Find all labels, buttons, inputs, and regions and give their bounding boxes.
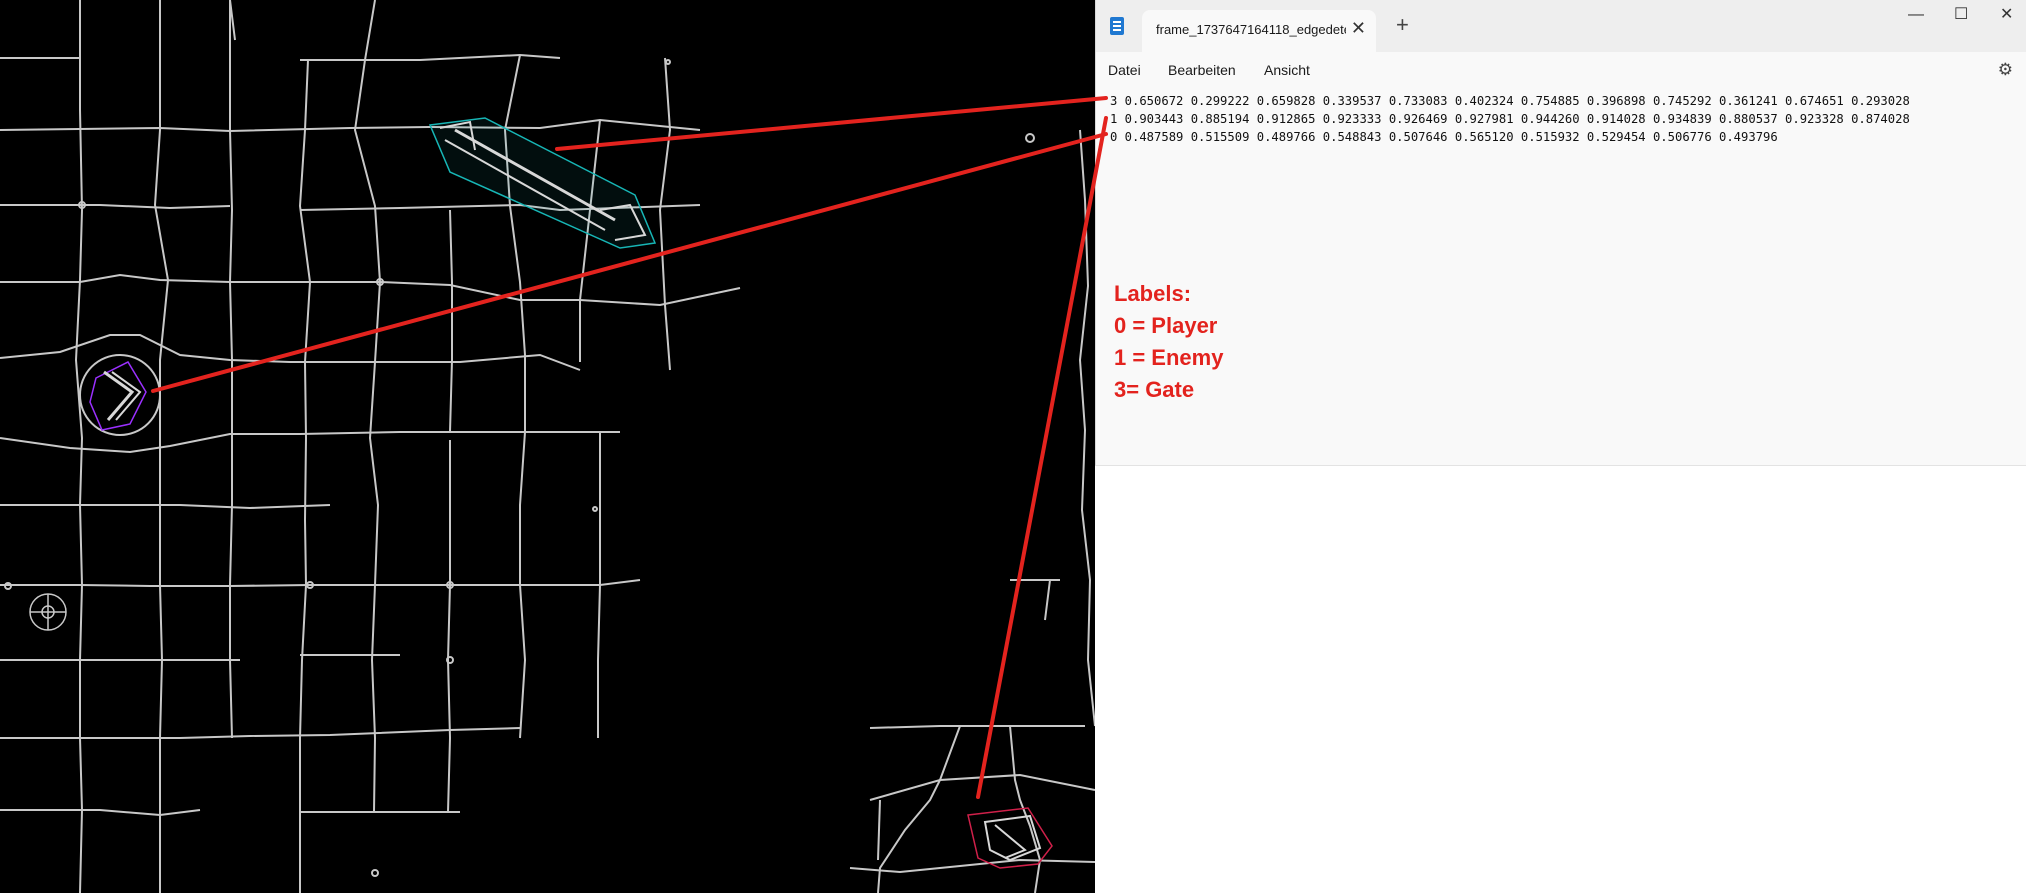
new-tab-button[interactable]: + [1396, 13, 1409, 37]
edge-detection-canvas [0, 0, 1095, 893]
text-line-player: 0 0.487589 0.515509 0.489766 0.548843 0.… [1110, 130, 1778, 144]
text-editor-area[interactable]: 3 0.650672 0.299222 0.659828 0.339537 0.… [1110, 92, 1910, 146]
legend-player: 0 = Player [1114, 313, 1218, 338]
label-legend-annotation: Labels: 0 = Player 1 = Enemy 3= Gate [1114, 278, 1223, 406]
maximize-button[interactable]: ☐ [1954, 6, 1968, 24]
text-line-gate: 3 0.650672 0.299222 0.659828 0.339537 0.… [1110, 94, 1910, 108]
legend-gate: 3= Gate [1114, 377, 1195, 402]
menu-view[interactable]: Ansicht [1264, 62, 1310, 78]
player-ship [79, 354, 161, 436]
notepad-window: frame_1737647164118_edgedetecti ✕ + — ☐ … [1095, 0, 2026, 466]
notepad-icon [1110, 17, 1124, 35]
menu-file[interactable]: Datei [1108, 62, 1141, 78]
menu-bar: Datei Bearbeiten Ansicht ⚙ [1096, 52, 2026, 90]
legend-heading: Labels: [1114, 281, 1192, 306]
close-tab-icon[interactable]: ✕ [1351, 18, 1366, 38]
close-window-button[interactable]: ✕ [2000, 6, 2013, 24]
gate-object [428, 117, 657, 249]
menu-edit[interactable]: Bearbeiten [1168, 62, 1236, 78]
crosshair-icon [29, 593, 67, 631]
gear-icon[interactable]: ⚙ [1998, 60, 2013, 80]
minimize-button[interactable]: — [1908, 6, 1924, 24]
game-frame-edge-view [0, 0, 1095, 893]
edge-grid [0, 0, 1095, 893]
text-line-enemy: 1 0.903443 0.885194 0.912865 0.923333 0.… [1110, 112, 1910, 126]
legend-enemy: 1 = Enemy [1114, 345, 1224, 370]
tab-active-file[interactable]: frame_1737647164118_edgedetecti ✕ [1142, 10, 1376, 52]
tab-title: frame_1737647164118_edgedetecti [1156, 22, 1346, 37]
title-bar: frame_1737647164118_edgedetecti ✕ + — ☐ … [1096, 0, 2026, 52]
